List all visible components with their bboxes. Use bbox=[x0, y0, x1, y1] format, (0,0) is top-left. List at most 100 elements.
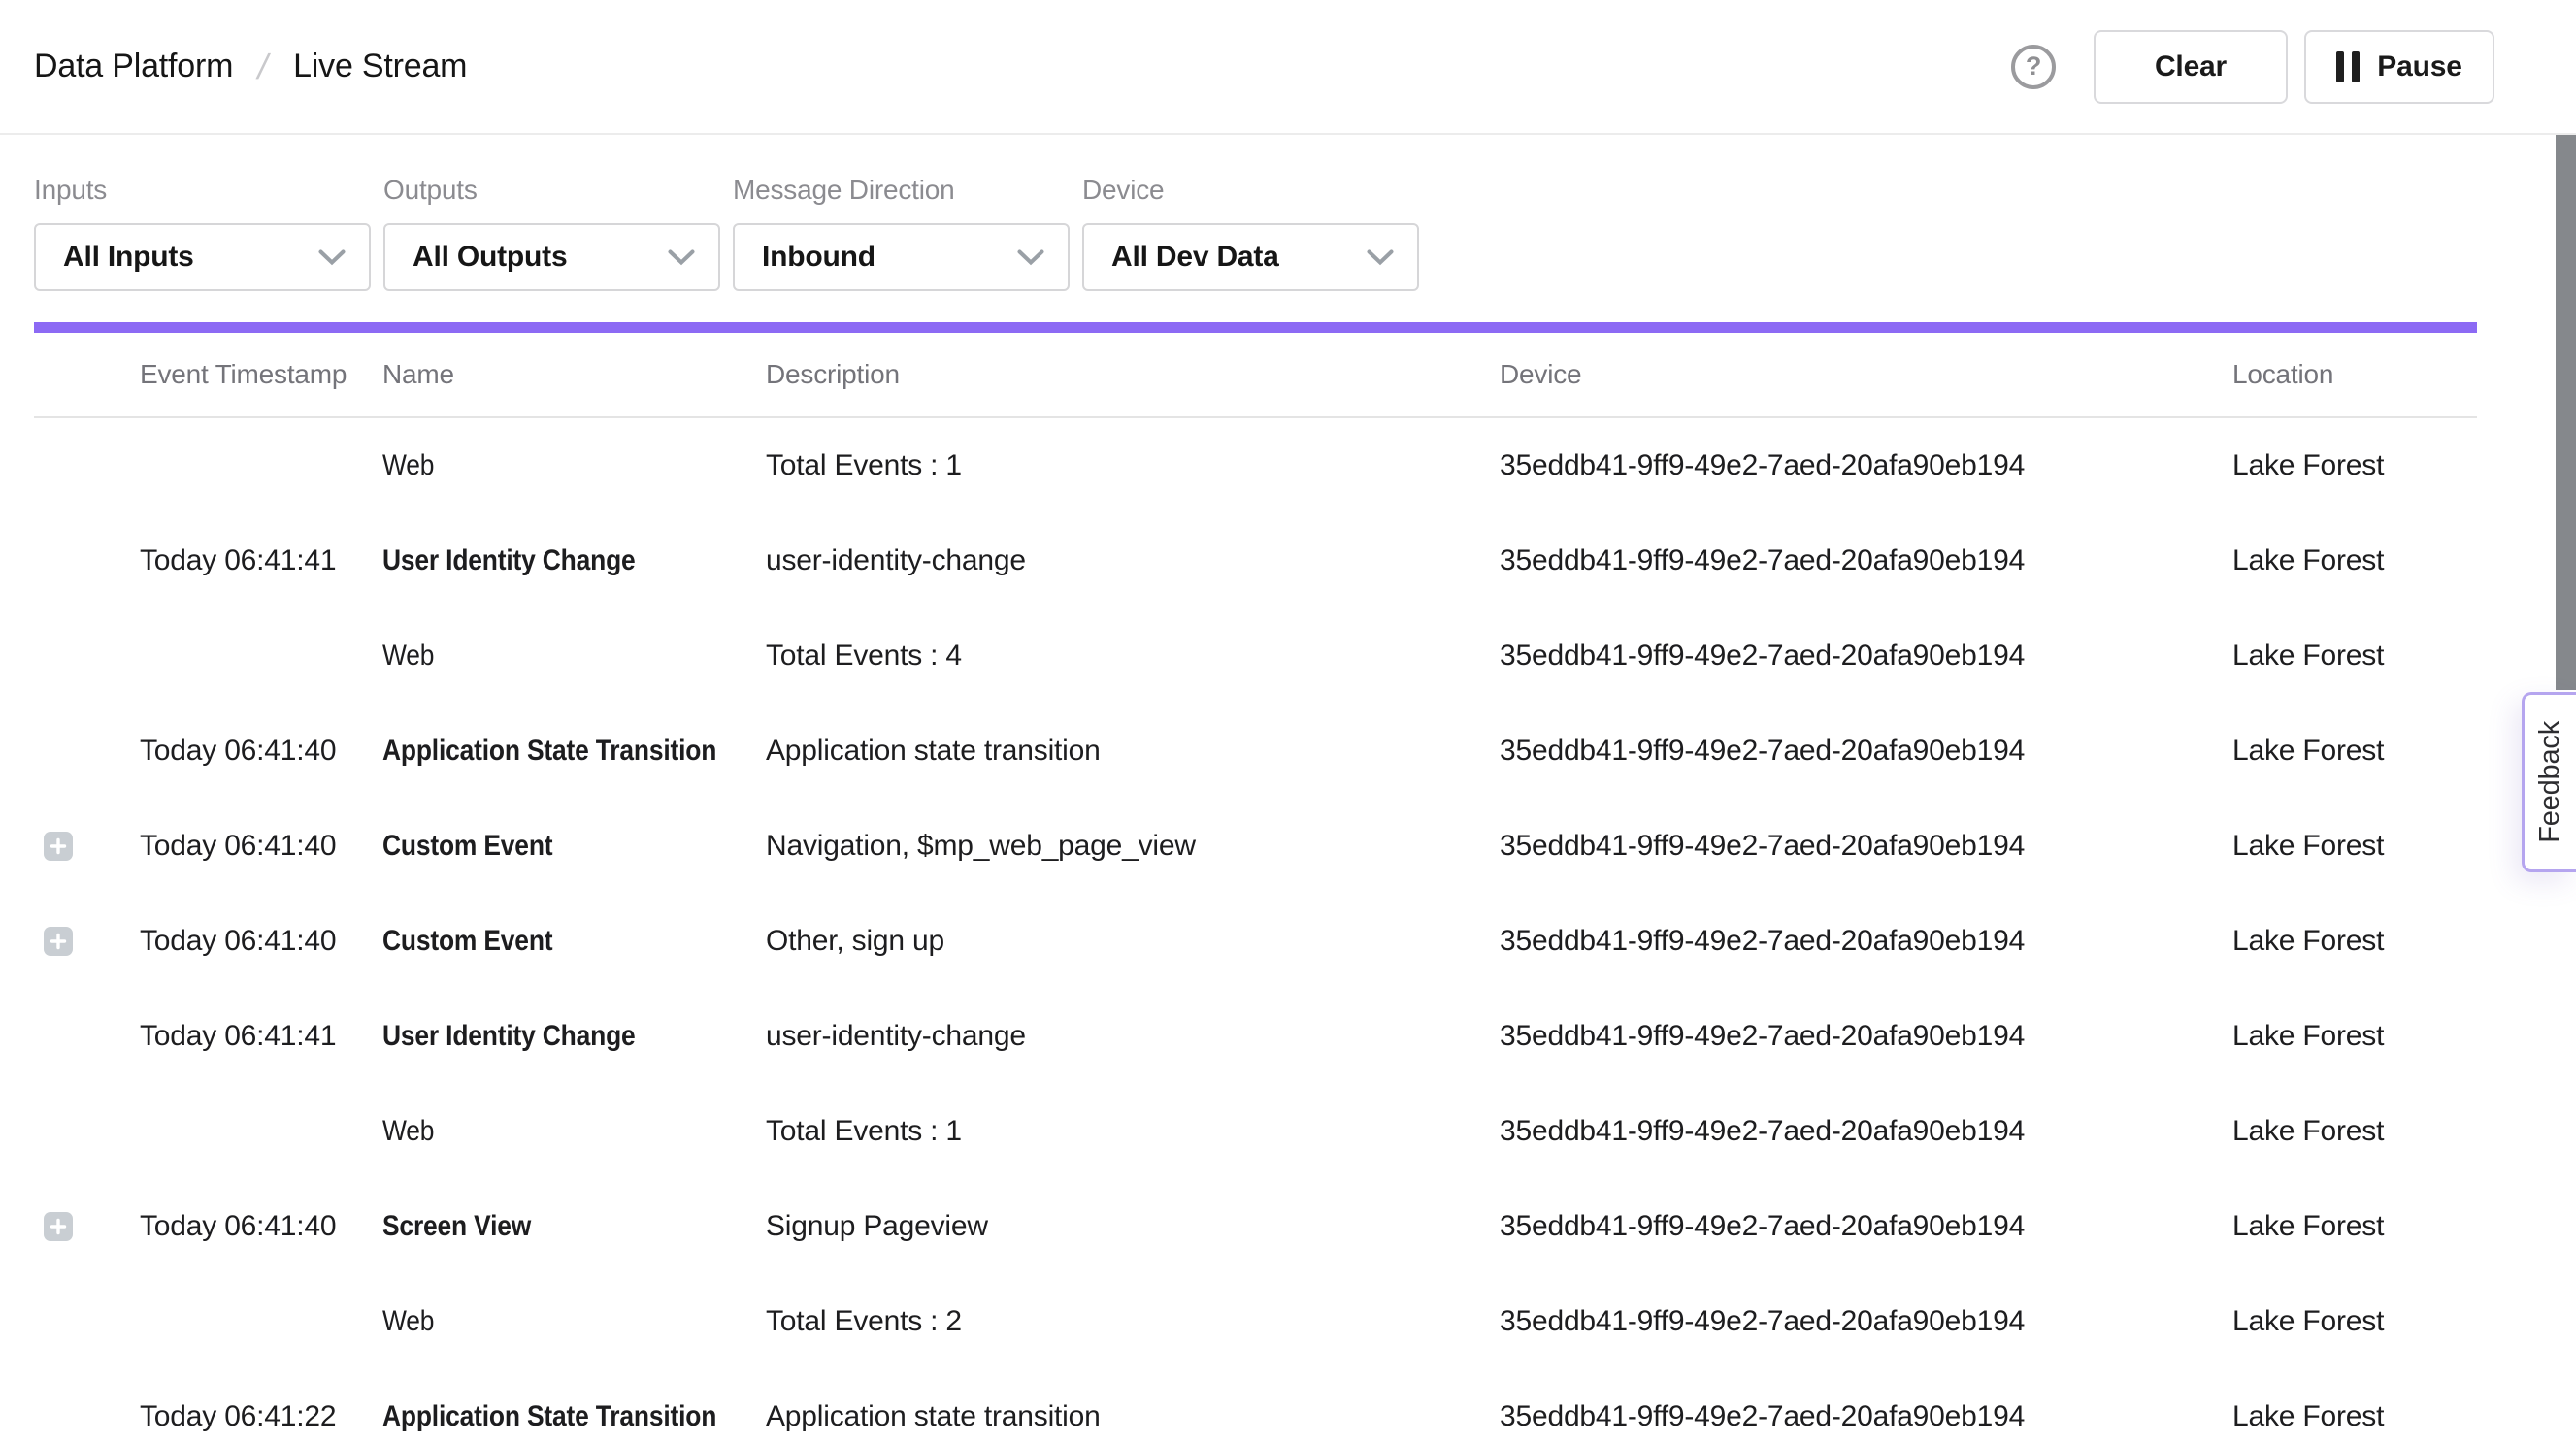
event-description-cell: user-identity-change bbox=[766, 544, 1500, 577]
event-timestamp-cell: Today 06:41:40 bbox=[140, 735, 382, 768]
location-cell: Lake Forest bbox=[2232, 449, 2477, 482]
table-header-row: Event Timestamp Name Description Device … bbox=[34, 333, 2477, 418]
expand-cell bbox=[34, 927, 140, 956]
location-cell: Lake Forest bbox=[2232, 830, 2477, 863]
device-id-cell: 35eddb41-9ff9-49e2-7aed-20afa90eb194 bbox=[1500, 830, 2232, 863]
header-actions: ? Clear Pause bbox=[2011, 30, 2494, 104]
feedback-tab[interactable]: Feedback bbox=[2522, 692, 2576, 872]
expand-cell bbox=[34, 641, 140, 671]
event-description-cell: Application state transition bbox=[766, 1400, 1500, 1433]
event-description-cell: Total Events : 1 bbox=[766, 449, 1500, 482]
expand-row-button[interactable] bbox=[44, 927, 73, 956]
event-description-cell: Navigation, $mp_web_page_view bbox=[766, 830, 1500, 863]
breadcrumb-page: Live Stream bbox=[293, 48, 467, 85]
filter-label-outputs: Outputs bbox=[383, 177, 720, 204]
page: Data Platform / Live Stream ? Clear Paus… bbox=[0, 0, 2576, 1442]
events-table: Event Timestamp Name Description Device … bbox=[34, 333, 2477, 1442]
table-row: Web Total Events : 2 35eddb41-9ff9-49e2-… bbox=[34, 1274, 2477, 1369]
breadcrumb: Data Platform / Live Stream bbox=[34, 47, 467, 87]
table-row: Today 06:41:40 Application State Transit… bbox=[34, 704, 2477, 799]
expand-cell bbox=[34, 1022, 140, 1051]
event-timestamp-cell: Today 06:41:40 bbox=[140, 925, 382, 958]
expand-cell bbox=[34, 832, 140, 861]
event-description-cell: Application state transition bbox=[766, 735, 1500, 768]
device-id-cell: 35eddb41-9ff9-49e2-7aed-20afa90eb194 bbox=[1500, 639, 2232, 672]
expand-cell bbox=[34, 1402, 140, 1431]
outputs-select[interactable]: All Outputs bbox=[383, 223, 720, 291]
filter-label-device: Device bbox=[1082, 177, 1419, 204]
location-cell: Lake Forest bbox=[2232, 639, 2477, 672]
filter-label-message-direction: Message Direction bbox=[733, 177, 1070, 204]
event-timestamp-cell: Today 06:41:40 bbox=[140, 1210, 382, 1243]
event-name-cell: Web bbox=[382, 449, 766, 482]
chevron-down-icon bbox=[1367, 249, 1394, 266]
pause-icon bbox=[2336, 51, 2360, 82]
chevron-down-icon bbox=[668, 249, 695, 266]
location-cell: Lake Forest bbox=[2232, 1210, 2477, 1243]
expand-cell bbox=[34, 1307, 140, 1336]
location-cell: Lake Forest bbox=[2232, 735, 2477, 768]
breadcrumb-section[interactable]: Data Platform bbox=[34, 48, 233, 85]
table-row: Today 06:41:41 User Identity Change user… bbox=[34, 989, 2477, 1084]
location-cell: Lake Forest bbox=[2232, 1400, 2477, 1433]
device-select[interactable]: All Dev Data bbox=[1082, 223, 1419, 291]
filters-bar: Inputs All Inputs Outputs All Outputs Me… bbox=[0, 135, 2576, 291]
expand-cell bbox=[34, 1117, 140, 1146]
location-cell: Lake Forest bbox=[2232, 925, 2477, 958]
event-name-cell: Web bbox=[382, 639, 766, 672]
inputs-select[interactable]: All Inputs bbox=[34, 223, 371, 291]
event-name-cell: Application State Transition bbox=[382, 1400, 766, 1433]
device-id-cell: 35eddb41-9ff9-49e2-7aed-20afa90eb194 bbox=[1500, 544, 2232, 577]
feedback-label: Feedback bbox=[2534, 721, 2566, 843]
device-id-cell: 35eddb41-9ff9-49e2-7aed-20afa90eb194 bbox=[1500, 1305, 2232, 1338]
table-row: Web Total Events : 4 35eddb41-9ff9-49e2-… bbox=[34, 608, 2477, 704]
chevron-down-icon bbox=[318, 249, 346, 266]
device-id-cell: 35eddb41-9ff9-49e2-7aed-20afa90eb194 bbox=[1500, 735, 2232, 768]
device-id-cell: 35eddb41-9ff9-49e2-7aed-20afa90eb194 bbox=[1500, 925, 2232, 958]
event-name-cell: Web bbox=[382, 1305, 766, 1338]
event-description-cell: Other, sign up bbox=[766, 925, 1500, 958]
device-select-value: All Dev Data bbox=[1111, 241, 1279, 274]
device-id-cell: 35eddb41-9ff9-49e2-7aed-20afa90eb194 bbox=[1500, 1115, 2232, 1148]
scrollbar-thumb[interactable] bbox=[2556, 135, 2576, 690]
table-row: Today 06:41:22 Application State Transit… bbox=[34, 1369, 2477, 1442]
expand-cell bbox=[34, 451, 140, 480]
table-row: Today 06:41:40 Custom Event Navigation, … bbox=[34, 799, 2477, 894]
device-id-cell: 35eddb41-9ff9-49e2-7aed-20afa90eb194 bbox=[1500, 1210, 2232, 1243]
col-header-device: Device bbox=[1500, 359, 2232, 390]
event-name-cell: User Identity Change bbox=[382, 544, 766, 577]
pause-button-label: Pause bbox=[2377, 50, 2461, 83]
expand-row-button[interactable] bbox=[44, 1212, 73, 1241]
event-timestamp-cell: Today 06:41:41 bbox=[140, 544, 382, 577]
clear-button[interactable]: Clear bbox=[2094, 30, 2288, 104]
table-row: Today 06:41:40 Screen View Signup Pagevi… bbox=[34, 1179, 2477, 1274]
breadcrumb-separator: / bbox=[254, 47, 273, 87]
event-timestamp-cell: Today 06:41:41 bbox=[140, 1020, 382, 1053]
location-cell: Lake Forest bbox=[2232, 1305, 2477, 1338]
col-header-event-timestamp: Event Timestamp bbox=[140, 359, 382, 390]
expand-cell bbox=[34, 546, 140, 575]
plus-icon bbox=[50, 837, 67, 855]
device-id-cell: 35eddb41-9ff9-49e2-7aed-20afa90eb194 bbox=[1500, 1400, 2232, 1433]
top-header: Data Platform / Live Stream ? Clear Paus… bbox=[0, 0, 2576, 135]
message-direction-select[interactable]: Inbound bbox=[733, 223, 1070, 291]
outputs-select-value: All Outputs bbox=[413, 241, 567, 274]
plus-icon bbox=[50, 1218, 67, 1235]
event-name-cell: Custom Event bbox=[382, 925, 766, 958]
table-row: Today 06:41:40 Custom Event Other, sign … bbox=[34, 894, 2477, 989]
expand-row-button[interactable] bbox=[44, 832, 73, 861]
filter-label-inputs: Inputs bbox=[34, 177, 371, 204]
plus-icon bbox=[50, 933, 67, 950]
table-row: Web Total Events : 1 35eddb41-9ff9-49e2-… bbox=[34, 418, 2477, 513]
pause-button[interactable]: Pause bbox=[2304, 30, 2494, 104]
event-timestamp-cell: Today 06:41:40 bbox=[140, 830, 382, 863]
help-icon[interactable]: ? bbox=[2011, 45, 2056, 89]
inputs-select-value: All Inputs bbox=[63, 241, 194, 274]
col-header-location: Location bbox=[2232, 359, 2477, 390]
event-name-cell: Web bbox=[382, 1115, 766, 1148]
event-description-cell: Total Events : 4 bbox=[766, 639, 1500, 672]
accent-progress-bar bbox=[34, 322, 2477, 333]
event-name-cell: Application State Transition bbox=[382, 735, 766, 768]
table-row: Today 06:41:41 User Identity Change user… bbox=[34, 513, 2477, 608]
clear-button-label: Clear bbox=[2155, 50, 2227, 83]
